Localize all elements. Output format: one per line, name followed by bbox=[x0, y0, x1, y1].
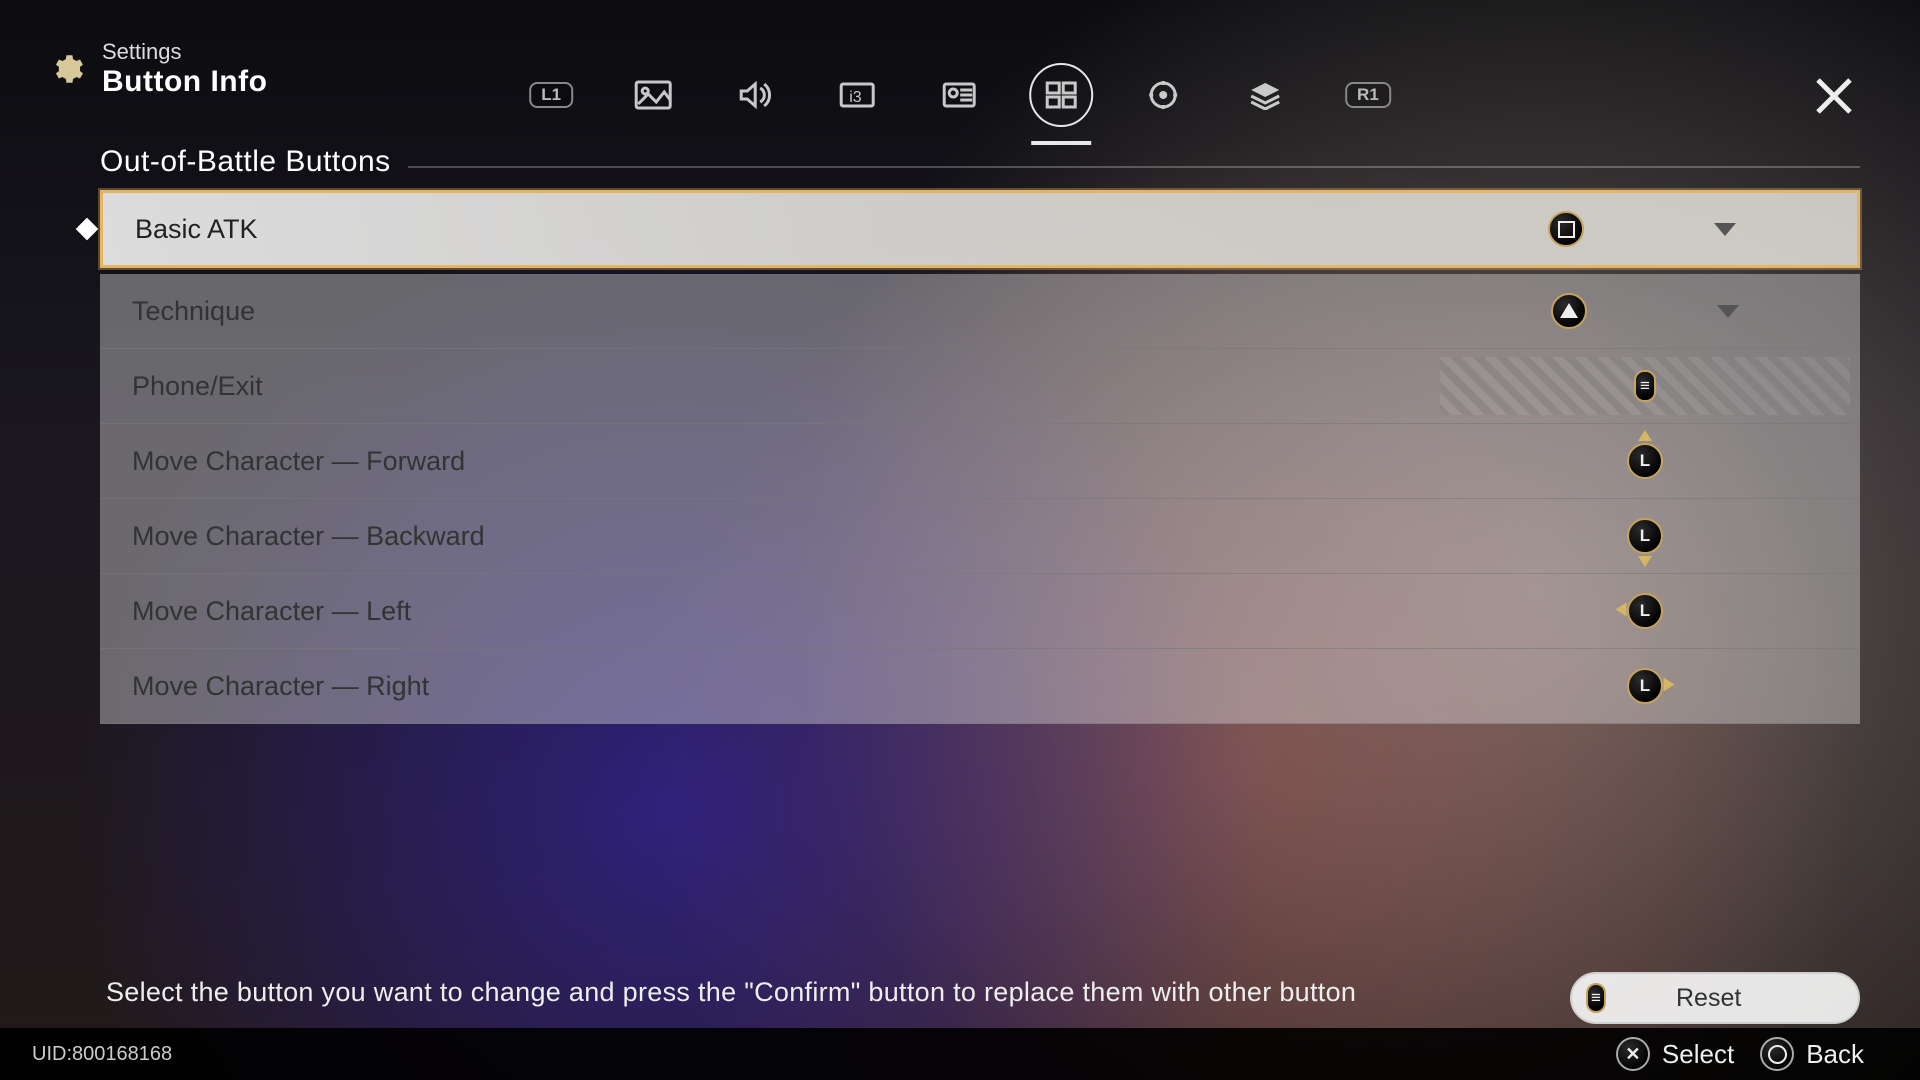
tab-controls[interactable] bbox=[1039, 73, 1083, 117]
binding-row[interactable]: Move Character — Right L bbox=[100, 649, 1860, 724]
binding-label: Basic ATK bbox=[135, 214, 1427, 245]
title-category: Settings bbox=[102, 39, 267, 65]
chevron-down-icon bbox=[1717, 305, 1739, 318]
tab-other[interactable] bbox=[1141, 73, 1185, 117]
options-icon bbox=[1634, 370, 1656, 402]
hint-text: Select the button you want to change and… bbox=[106, 977, 1356, 1008]
tab-account[interactable] bbox=[937, 73, 981, 117]
tab-display[interactable] bbox=[631, 73, 675, 117]
binding-row[interactable]: Technique bbox=[100, 274, 1860, 349]
binding-label: Phone/Exit bbox=[132, 371, 1430, 402]
options-icon bbox=[1586, 983, 1606, 1013]
left-stick-down-icon: L bbox=[1627, 518, 1663, 554]
binding-label: Move Character — Right bbox=[132, 671, 1430, 702]
binding-value[interactable] bbox=[1427, 193, 1857, 265]
binding-label: Technique bbox=[132, 296, 1430, 327]
binding-value bbox=[1430, 349, 1860, 423]
bindings-list: Basic ATK Technique Phone/Exit Move Charact… bbox=[100, 190, 1860, 724]
bumper-left[interactable]: L1 bbox=[529, 82, 573, 108]
close-button[interactable] bbox=[1812, 74, 1856, 118]
left-stick-up-icon: L bbox=[1627, 443, 1663, 479]
tab-bar: L1 i3 R1 bbox=[529, 73, 1391, 117]
footer-back[interactable]: Back bbox=[1760, 1037, 1864, 1071]
circle-icon bbox=[1760, 1037, 1794, 1071]
binding-row[interactable]: Basic ATK bbox=[100, 190, 1860, 268]
binding-value: L bbox=[1430, 424, 1860, 498]
footer-bar: UID:800168168 Select Back bbox=[0, 1028, 1920, 1080]
reset-label: Reset bbox=[1676, 984, 1741, 1013]
cross-icon bbox=[1616, 1037, 1650, 1071]
section-divider bbox=[408, 166, 1860, 168]
tab-audio[interactable] bbox=[733, 73, 777, 117]
section-header: Out-of-Battle Buttons bbox=[100, 145, 391, 179]
gear-icon bbox=[48, 51, 84, 87]
tab-layers[interactable] bbox=[1243, 73, 1287, 117]
binding-value[interactable] bbox=[1430, 274, 1860, 348]
footer-select[interactable]: Select bbox=[1616, 1037, 1734, 1071]
binding-value: L bbox=[1430, 574, 1860, 648]
square-icon bbox=[1548, 211, 1584, 247]
selection-marker-icon bbox=[76, 218, 99, 241]
title-block: Settings Button Info bbox=[102, 39, 267, 99]
footer-select-label: Select bbox=[1662, 1039, 1734, 1070]
uid-text: UID:800168168 bbox=[32, 1043, 172, 1066]
left-stick-right-icon: L bbox=[1627, 668, 1663, 704]
triangle-icon bbox=[1551, 293, 1587, 329]
binding-row[interactable]: Move Character — Backward L bbox=[100, 499, 1860, 574]
binding-value: L bbox=[1430, 499, 1860, 573]
chevron-down-icon bbox=[1714, 223, 1736, 236]
left-stick-left-icon: L bbox=[1627, 593, 1663, 629]
page-title: Button Info bbox=[102, 65, 267, 99]
tab-language[interactable]: i3 bbox=[835, 73, 879, 117]
header: Settings Button Info L1 i3 R1 bbox=[0, 28, 1920, 110]
binding-row[interactable]: Move Character — Forward L bbox=[100, 424, 1860, 499]
binding-row[interactable]: Phone/Exit bbox=[100, 349, 1860, 424]
footer-actions: Select Back bbox=[1616, 1037, 1864, 1071]
binding-label: Move Character — Backward bbox=[132, 521, 1430, 552]
binding-label: Move Character — Left bbox=[132, 596, 1430, 627]
reset-button[interactable]: Reset bbox=[1570, 972, 1860, 1024]
binding-value: L bbox=[1430, 649, 1860, 723]
footer-back-label: Back bbox=[1806, 1039, 1864, 1070]
svg-text:i3: i3 bbox=[849, 89, 862, 106]
binding-label: Move Character — Forward bbox=[132, 446, 1430, 477]
binding-row[interactable]: Move Character — Left L bbox=[100, 574, 1860, 649]
bumper-right[interactable]: R1 bbox=[1345, 82, 1391, 108]
